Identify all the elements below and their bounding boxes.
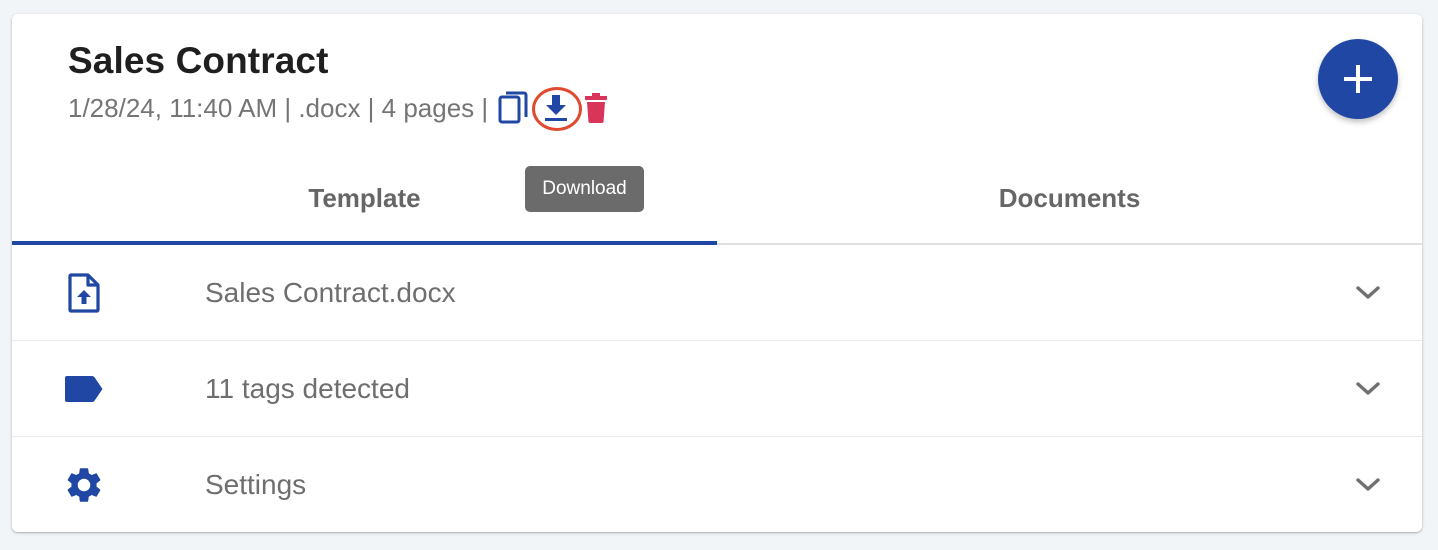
row-icon-wrap bbox=[62, 271, 106, 315]
row-icon-wrap bbox=[62, 463, 106, 507]
download-button[interactable] bbox=[532, 87, 583, 131]
add-button[interactable] bbox=[1318, 39, 1398, 119]
accordion-row-file[interactable]: Sales Contract.docx bbox=[12, 245, 1422, 341]
file-actions bbox=[496, 87, 614, 131]
tab-bar: Template Documents bbox=[12, 154, 1422, 245]
download-tooltip: Download bbox=[525, 166, 644, 212]
delete-button[interactable] bbox=[578, 90, 614, 126]
expand-button[interactable] bbox=[1352, 373, 1384, 405]
copy-button[interactable] bbox=[496, 90, 532, 126]
row-label-file: Sales Contract.docx bbox=[205, 276, 456, 308]
tab-documents[interactable]: Documents bbox=[717, 154, 1422, 243]
gear-icon bbox=[67, 467, 101, 502]
expand-button[interactable] bbox=[1352, 469, 1384, 501]
accordion-list: Sales Contract.docx 11 tags detected Set… bbox=[12, 245, 1422, 532]
row-label-settings: Settings bbox=[205, 468, 307, 500]
chevron-down-icon bbox=[1356, 477, 1380, 491]
copy-icon bbox=[498, 91, 528, 124]
accordion-row-tags[interactable]: 11 tags detected bbox=[12, 341, 1422, 437]
plus-icon bbox=[1344, 65, 1372, 93]
template-card: Sales Contract 1/28/24, 11:40 AM | .docx… bbox=[12, 14, 1422, 532]
row-label-tags: 11 tags detected bbox=[205, 372, 410, 404]
row-icon-wrap bbox=[62, 367, 106, 411]
file-upload-icon bbox=[68, 272, 100, 313]
expand-button[interactable] bbox=[1352, 277, 1384, 309]
chevron-down-icon bbox=[1356, 285, 1380, 299]
download-icon bbox=[545, 95, 568, 121]
tag-icon bbox=[65, 375, 103, 402]
file-meta-row: 1/28/24, 11:40 AM | .docx | 4 pages | bbox=[68, 87, 614, 131]
card-header: Sales Contract 1/28/24, 11:40 AM | .docx… bbox=[12, 14, 1422, 154]
trash-icon bbox=[585, 93, 608, 124]
accordion-row-settings[interactable]: Settings bbox=[12, 437, 1422, 532]
chevron-down-icon bbox=[1356, 381, 1380, 395]
page-title: Sales Contract bbox=[68, 40, 329, 81]
file-meta: 1/28/24, 11:40 AM | .docx | 4 pages | bbox=[68, 92, 489, 123]
